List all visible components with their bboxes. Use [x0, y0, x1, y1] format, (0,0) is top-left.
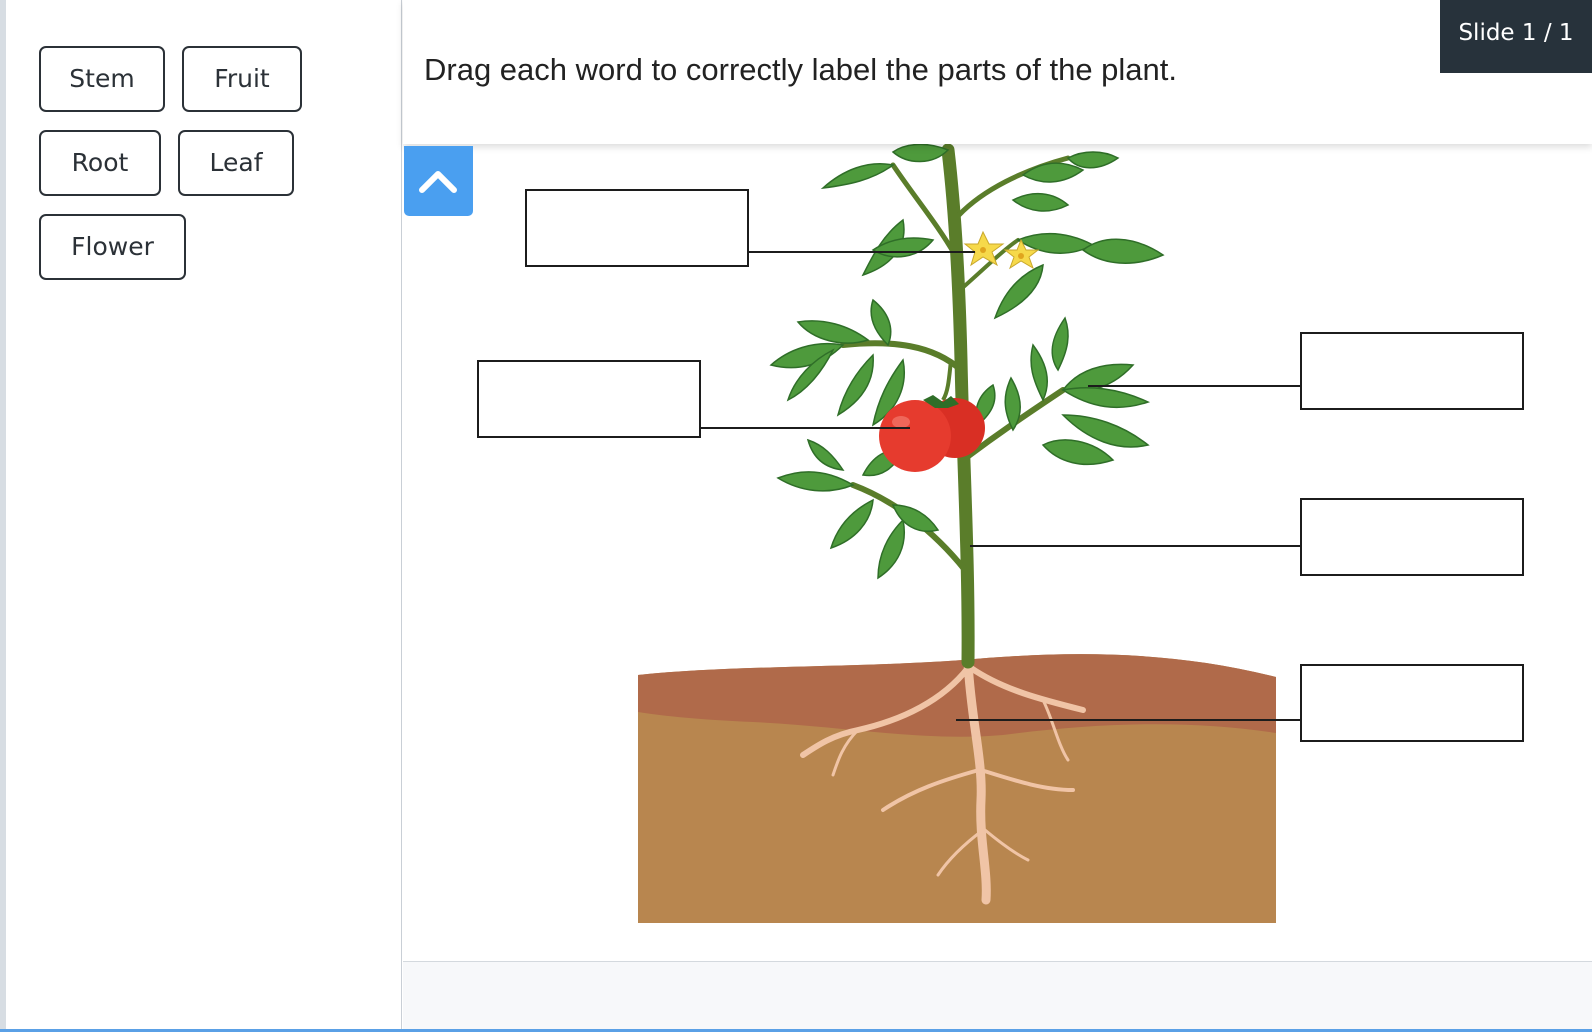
- word-chip-flower[interactable]: Flower: [39, 214, 186, 280]
- word-chip-stem[interactable]: Stem: [39, 46, 165, 112]
- slide-header: Drag each word to correctly label the pa…: [403, 0, 1592, 144]
- drop-target-4[interactable]: [1300, 498, 1524, 576]
- slide-indicator: Slide 1 / 1: [1440, 0, 1592, 73]
- drop-target-1[interactable]: [525, 189, 749, 267]
- plant-diagram: [638, 143, 1302, 923]
- word-chip-fruit[interactable]: Fruit: [182, 46, 302, 112]
- drop-target-5[interactable]: [1300, 664, 1524, 742]
- word-chip-root[interactable]: Root: [39, 130, 161, 196]
- main-content: Drag each word to correctly label the pa…: [403, 0, 1592, 1031]
- tomato-front: [879, 400, 951, 472]
- chevron-up-icon: [419, 171, 457, 193]
- instruction-text: Drag each word to correctly label the pa…: [424, 52, 1178, 87]
- word-bank-panel: Stem Fruit Root Leaf Flower: [0, 0, 402, 1030]
- collapse-button[interactable]: [404, 146, 473, 216]
- leader-lines: [698, 251, 1302, 721]
- soil: [638, 654, 1276, 923]
- drop-target-3[interactable]: [1300, 332, 1524, 410]
- word-chip-leaf[interactable]: Leaf: [178, 130, 294, 196]
- drop-target-2[interactable]: [477, 360, 701, 438]
- slide-footer: [403, 961, 1592, 1031]
- bottom-accent-line: [0, 1029, 1592, 1032]
